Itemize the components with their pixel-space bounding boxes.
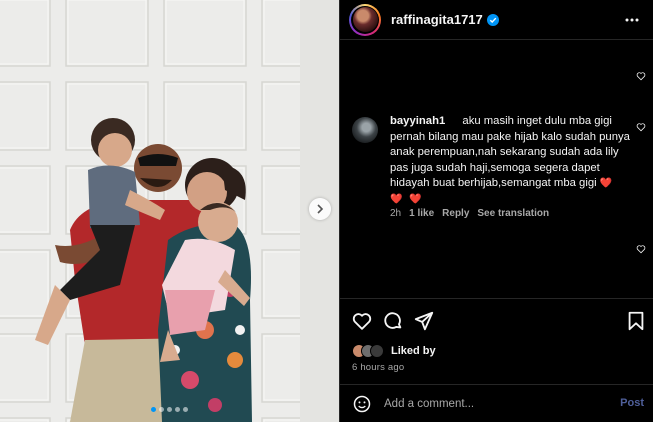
verified-badge-icon — [486, 13, 499, 26]
carousel-dot — [159, 407, 164, 412]
carousel-dot — [175, 407, 180, 412]
comment-age: 2h — [390, 208, 402, 219]
carousel-dot — [167, 407, 172, 412]
share-icon[interactable] — [413, 310, 435, 332]
emoji-icon[interactable] — [352, 394, 372, 414]
post-image[interactable] — [0, 0, 339, 422]
comment-likes[interactable]: 1 like — [409, 208, 434, 219]
liked-by-label[interactable]: Liked by — [391, 345, 436, 357]
comment-input[interactable] — [384, 393, 604, 414]
heart-icon[interactable] — [351, 310, 373, 332]
family-photo — [0, 0, 339, 422]
author-avatar[interactable] — [349, 3, 381, 36]
post-actions: Liked by 6 hours ago — [340, 298, 653, 394]
heart-icon[interactable] — [636, 122, 646, 132]
post-header: raffinagita1717 — [340, 0, 653, 40]
liked-by: Liked by — [352, 344, 436, 358]
chevron-right-icon — [317, 204, 324, 214]
post-side-panel: raffinagita1717 bayyinah1 aku masih inge… — [339, 0, 653, 422]
heart-icon[interactable] — [636, 71, 646, 81]
post-comment-button[interactable]: Post — [620, 397, 644, 409]
heart-icon[interactable] — [636, 244, 646, 254]
commenter-avatar[interactable] — [352, 117, 378, 143]
comment-icon[interactable] — [382, 310, 404, 332]
post-timestamp[interactable]: 6 hours ago — [352, 362, 404, 373]
comment-meta: 2h 1 like Reply See translation — [390, 208, 549, 219]
more-options-icon — [625, 18, 639, 22]
liker-avatar[interactable] — [370, 344, 384, 358]
comment-composer: Post — [340, 384, 653, 422]
carousel-dot — [151, 407, 156, 412]
commenter-username[interactable]: bayyinah1 — [390, 115, 445, 127]
reply-button[interactable]: Reply — [442, 208, 469, 219]
more-options-button[interactable] — [622, 10, 642, 30]
comments-list[interactable]: bayyinah1 aku masih inget dulu mba gigi … — [340, 41, 653, 297]
carousel-dot — [183, 407, 188, 412]
carousel-indicator — [0, 407, 339, 412]
see-translation-button[interactable]: See translation — [477, 208, 549, 219]
author-username[interactable]: raffinagita1717 — [391, 12, 483, 27]
next-slide-button[interactable] — [309, 198, 331, 220]
save-icon[interactable] — [625, 310, 647, 332]
